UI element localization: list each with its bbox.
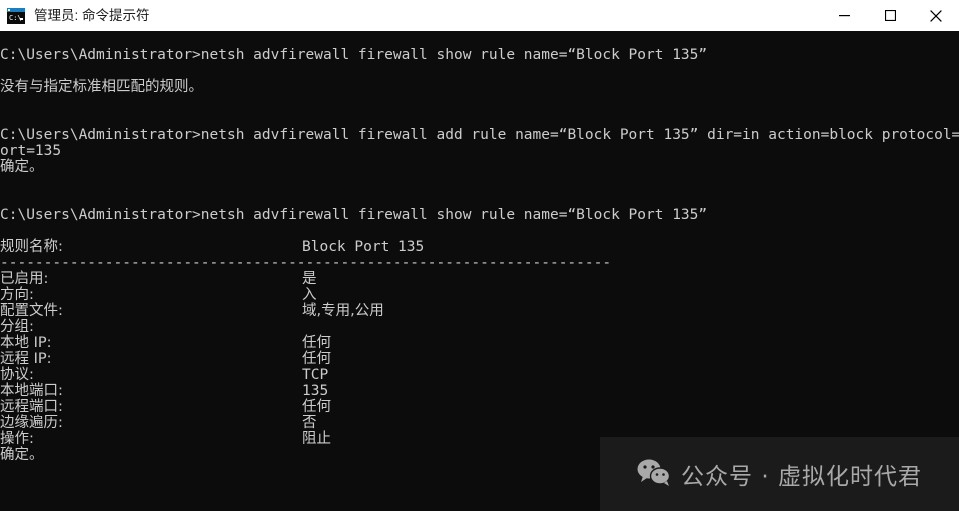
rule-row: 边缘遍历: 否 bbox=[0, 415, 959, 431]
rule-row-label: 远程 IP: bbox=[0, 351, 52, 367]
rule-row-label: 操作: bbox=[0, 431, 34, 447]
command-prompt-icon: C:\ bbox=[7, 7, 25, 24]
command-line-wrapped: ort=135 bbox=[0, 143, 62, 159]
rule-row: 远程 IP: 任何 bbox=[0, 351, 959, 367]
rule-row: 已启用: 是 bbox=[0, 271, 959, 287]
rule-row-label: 协议: bbox=[0, 367, 34, 383]
minimize-icon bbox=[838, 10, 850, 21]
minimize-button[interactable] bbox=[821, 0, 867, 31]
rule-row-value: 任何 bbox=[302, 351, 331, 367]
rule-row-label: 分组: bbox=[0, 319, 34, 335]
window-title: 管理员: 命令提示符 bbox=[34, 7, 150, 23]
rule-row-label: 边缘遍历: bbox=[0, 415, 63, 431]
ok-line: 确定。 bbox=[0, 447, 44, 463]
rule-row-label: 远程端口: bbox=[0, 399, 63, 415]
command-text: netsh advfirewall firewall add rule name… bbox=[200, 127, 959, 143]
separator-line: ----------------------------------------… bbox=[0, 255, 612, 271]
rule-row-value: 域,专用,公用 bbox=[302, 303, 384, 319]
rule-row-label: 方向: bbox=[0, 287, 34, 303]
rule-name-row: 规则名称: Block Port 135 bbox=[0, 239, 959, 255]
command-text: netsh advfirewall firewall show rule nam… bbox=[200, 207, 708, 223]
rule-row: 本地端口: 135 bbox=[0, 383, 959, 399]
prompt: C:\Users\Administrator> bbox=[0, 47, 201, 63]
rule-row: 分组: bbox=[0, 319, 959, 335]
rule-row: 配置文件: 域,专用,公用 bbox=[0, 303, 959, 319]
rule-row-value: 是 bbox=[302, 271, 317, 287]
rule-row-label: 本地端口: bbox=[0, 383, 63, 399]
rule-row-label: 本地 IP: bbox=[0, 335, 52, 351]
rule-name-value: Block Port 135 bbox=[302, 239, 425, 255]
rule-row-value: 任何 bbox=[302, 335, 331, 351]
maximize-button[interactable] bbox=[867, 0, 913, 31]
title-bar[interactable]: C:\ 管理员: 命令提示符 bbox=[0, 0, 959, 31]
output-line: 没有与指定标准相匹配的规则。 bbox=[0, 79, 203, 95]
rule-row-label: 已启用: bbox=[0, 271, 49, 287]
command-line: C:\Users\Administrator>netsh advfirewall… bbox=[0, 207, 959, 223]
command-line: C:\Users\Administrator>netsh advfirewall… bbox=[0, 47, 959, 63]
close-button[interactable] bbox=[913, 0, 959, 31]
rule-row: 协议: TCP bbox=[0, 367, 959, 383]
close-icon bbox=[930, 9, 942, 22]
rule-row: 操作: 阻止 bbox=[0, 431, 959, 447]
rule-row: 远程端口: 任何 bbox=[0, 399, 959, 415]
rule-row-value: 否 bbox=[302, 415, 317, 431]
rule-row-value: 135 bbox=[302, 383, 329, 399]
prompt: C:\Users\Administrator> bbox=[0, 127, 201, 143]
rule-row: 本地 IP: 任何 bbox=[0, 335, 959, 351]
rule-row-value: 阻止 bbox=[302, 431, 331, 447]
command-line: C:\Users\Administrator>netsh advfirewall… bbox=[0, 127, 959, 143]
output-line: 确定。 bbox=[0, 159, 44, 175]
svg-text:C:\: C:\ bbox=[9, 14, 22, 22]
prompt: C:\Users\Administrator> bbox=[0, 207, 201, 223]
title-bar-left: C:\ 管理员: 命令提示符 bbox=[0, 7, 821, 24]
command-text: netsh advfirewall firewall show rule nam… bbox=[200, 47, 708, 63]
rule-name-label: 规则名称: bbox=[0, 239, 63, 255]
rule-row-label: 配置文件: bbox=[0, 303, 63, 319]
rule-row-value: TCP bbox=[302, 367, 329, 383]
command-prompt-window: C:\ 管理员: 命令提示符 C:\Users\Administrator>ne… bbox=[0, 0, 959, 511]
rule-row-value: 任何 bbox=[302, 399, 331, 415]
console-output[interactable]: C:\Users\Administrator>netsh advfirewall… bbox=[0, 31, 959, 511]
window-controls bbox=[821, 0, 959, 31]
rule-row: 方向: 入 bbox=[0, 287, 959, 303]
rule-row-value: 入 bbox=[302, 287, 317, 303]
maximize-icon bbox=[884, 10, 896, 21]
